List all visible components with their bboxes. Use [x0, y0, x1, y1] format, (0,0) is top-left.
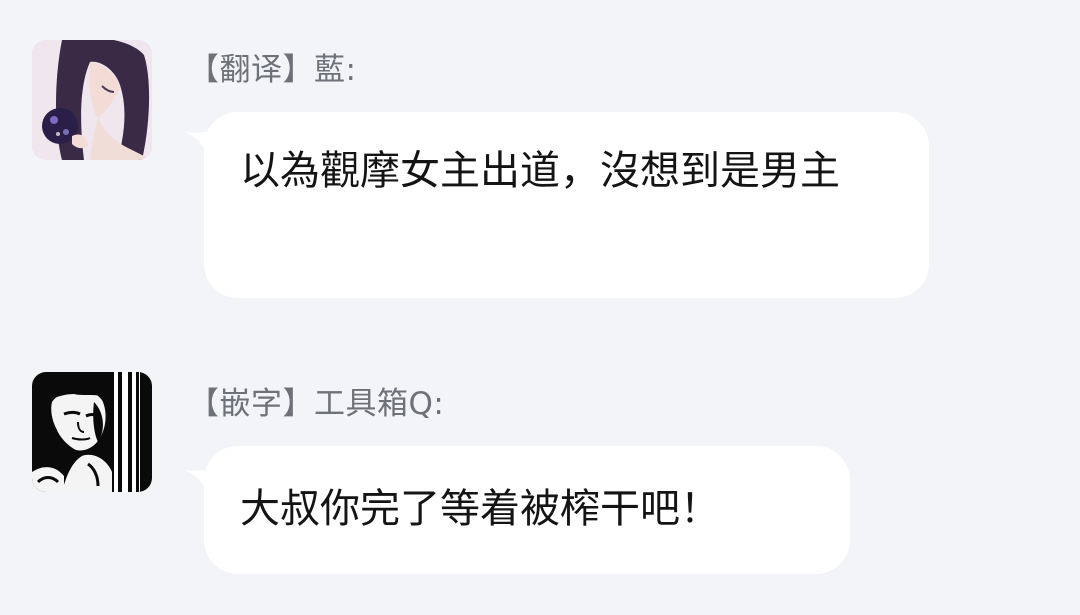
sender-name: 【嵌字】工具箱Q:: [188, 386, 445, 422]
bw-man-portrait-avatar-image: [32, 372, 152, 492]
message-bubble[interactable]: 大叔你完了等着被榨干吧！: [204, 446, 850, 574]
sender-name: 【翻译】藍:: [188, 52, 357, 88]
chat-message-1: 【翻译】藍: 以為觀摩女主出道，沒想到是男主: [0, 0, 1080, 310]
message-bubble[interactable]: 以為觀摩女主出道，沒想到是男主: [204, 112, 929, 298]
message-text: 以為觀摩女主出道，沒想到是男主: [240, 148, 840, 194]
anime-girl-avatar-image: [32, 40, 152, 160]
avatar-anime-girl[interactable]: [32, 40, 152, 160]
avatar-bw-portrait[interactable]: [32, 372, 152, 492]
chat-message-2: 【嵌字】工具箱Q: 大叔你完了等着被榨干吧！: [0, 310, 1080, 615]
message-text: 大叔你完了等着被榨干吧！: [240, 486, 720, 532]
